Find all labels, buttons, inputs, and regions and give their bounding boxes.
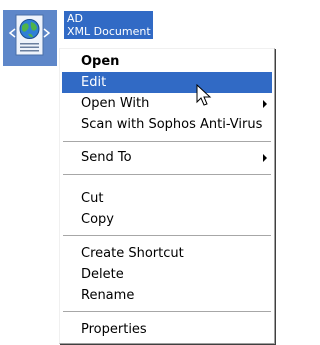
xml-document-icon[interactable] (3, 10, 57, 66)
menu-item-label: Open (81, 54, 120, 69)
context-menu: Open Edit Open With Scan with Sophos Ant… (59, 48, 275, 344)
menu-separator (63, 311, 271, 312)
menu-item-create-shortcut[interactable]: Create Shortcut (62, 243, 272, 264)
menu-item-label: Delete (81, 267, 124, 282)
menu-item-rename[interactable]: Rename (62, 285, 272, 306)
menu-separator (63, 141, 271, 142)
menu-item-label: Edit (81, 75, 107, 90)
menu-item-label: Copy (81, 212, 114, 227)
menu-item-edit[interactable]: Edit (62, 72, 272, 93)
menu-item-send-to[interactable]: Send To (62, 147, 272, 168)
globe-document-icon (8, 14, 51, 56)
menu-item-open[interactable]: Open (62, 51, 272, 72)
menu-item-label: Open With (81, 96, 150, 111)
arrow-cursor-icon (196, 84, 212, 106)
menu-item-copy[interactable]: Copy (62, 209, 272, 230)
menu-item-label: Send To (81, 150, 132, 165)
menu-separator (63, 235, 271, 236)
menu-item-label: Properties (81, 322, 147, 337)
menu-item-label: Cut (81, 191, 104, 206)
menu-item-label: Scan with Sophos Anti-Virus (81, 117, 263, 132)
file-name: AD (67, 12, 83, 25)
menu-item-properties[interactable]: Properties (62, 319, 272, 340)
menu-item-open-with[interactable]: Open With (62, 93, 272, 114)
submenu-arrow-icon (263, 154, 267, 162)
menu-item-cut[interactable]: Cut (62, 188, 272, 209)
menu-item-scan-sophos[interactable]: Scan with Sophos Anti-Virus (62, 114, 272, 135)
file-type: XML Document (67, 25, 151, 38)
menu-item-label: Rename (81, 288, 135, 303)
submenu-arrow-icon (263, 100, 267, 108)
menu-item-delete[interactable]: Delete (62, 264, 272, 285)
menu-item-label: Create Shortcut (81, 246, 184, 261)
file-label[interactable]: AD XML Document (64, 11, 153, 39)
menu-separator (63, 174, 271, 175)
